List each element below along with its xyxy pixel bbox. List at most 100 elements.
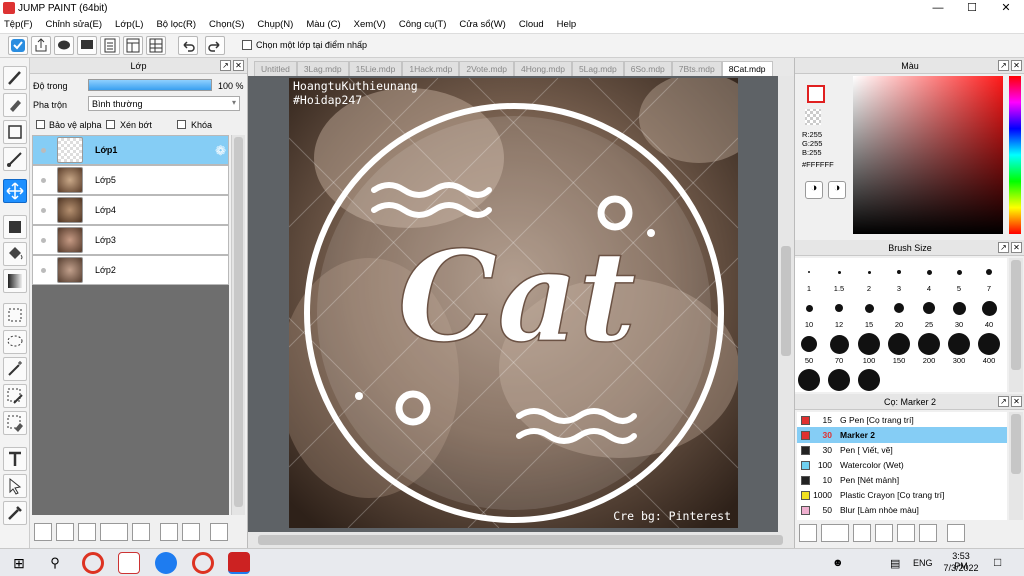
new-layer-1bit-icon[interactable]: [78, 523, 96, 541]
brush-size-dot[interactable]: [926, 269, 932, 275]
tab-1[interactable]: 3Lag.mdp: [296, 61, 349, 76]
merge-layer-icon[interactable]: [182, 523, 200, 541]
visibility-toggle-icon[interactable]: [36, 173, 50, 187]
brush-copy-icon[interactable]: [875, 524, 893, 542]
brush-item[interactable]: 30 Marker 2: [797, 427, 1007, 443]
brush-item[interactable]: 100 Watercolor (Wet): [797, 457, 1007, 473]
windows-start-icon[interactable]: ⊞: [8, 552, 30, 574]
clock-date[interactable]: 7/3/2022: [943, 563, 979, 573]
tab-6[interactable]: 5Lag.mdp: [571, 61, 624, 76]
pen-tool[interactable]: [3, 66, 27, 90]
layer-scrollbar[interactable]: [231, 135, 245, 515]
layer-row-5[interactable]: Lớp5: [32, 165, 229, 195]
brush-size-dot[interactable]: [986, 269, 992, 275]
zalo-icon[interactable]: [155, 552, 177, 574]
layer-row-2[interactable]: Lớp2: [32, 255, 229, 285]
layer-row-4[interactable]: Lớp4: [32, 195, 229, 225]
layer-row-3[interactable]: Lớp3: [32, 225, 229, 255]
palette-icon[interactable]: ◑: [805, 181, 823, 199]
brush-size-dot[interactable]: [948, 333, 970, 355]
tab-2[interactable]: 15Lie.mdp: [348, 61, 403, 76]
brush-size-dot[interactable]: [828, 369, 850, 391]
tab-5[interactable]: 4Hong.mdp: [513, 61, 572, 76]
opacity-slider[interactable]: [88, 79, 212, 91]
tab-0[interactable]: Untitled: [254, 61, 297, 76]
minimize-icon[interactable]: —: [922, 0, 954, 16]
brush-size-dot[interactable]: [897, 270, 901, 274]
brush-size-dot[interactable]: [888, 333, 910, 355]
brush-item[interactable]: 1000 Plastic Crayon [Cọ trang trí]: [797, 487, 1007, 503]
brush-size-dot[interactable]: [858, 333, 880, 355]
brush-cloud-icon[interactable]: [799, 524, 817, 542]
visibility-toggle-icon[interactable]: [36, 263, 50, 277]
comment-button[interactable]: [54, 36, 74, 55]
brush-size-dot[interactable]: [867, 270, 871, 274]
canvas-artwork[interactable]: Cat HoangtuKuthieunang #Hoidap247 Cre bg…: [289, 78, 738, 528]
brush-size-dot[interactable]: [918, 333, 940, 355]
magic-wand-tool[interactable]: [3, 357, 27, 381]
brush-item[interactable]: 50 Blur [Làm nhòe màu]: [797, 502, 1007, 518]
brush-folder-icon[interactable]: [897, 524, 915, 542]
brush-size-dot[interactable]: [835, 304, 843, 312]
menu-capture[interactable]: Chụp(N): [257, 19, 293, 30]
clipping-checkbox[interactable]: [106, 120, 115, 129]
tab-3[interactable]: 1Hack.mdp: [402, 61, 460, 76]
close-icon[interactable]: ✕: [990, 0, 1022, 16]
text-tool[interactable]: [3, 447, 27, 471]
brush-item[interactable]: 10 Pen [Nét mảnh]: [797, 472, 1007, 488]
add-brush-dropdown-icon[interactable]: [821, 524, 849, 542]
brush-size-dot[interactable]: [952, 301, 966, 315]
folder-icon[interactable]: [132, 523, 150, 541]
jump-paint-taskbar-icon[interactable]: [228, 552, 250, 574]
brush-size-dot[interactable]: [837, 270, 841, 274]
redo-button[interactable]: [205, 36, 225, 55]
bucket-tool[interactable]: [3, 242, 27, 266]
protect-alpha-checkbox[interactable]: [36, 120, 45, 129]
panel-undock-icon[interactable]: ↗: [998, 60, 1009, 71]
brush-size-dot[interactable]: [981, 300, 997, 316]
tab-7[interactable]: 6So.mdp: [623, 61, 672, 76]
line-tool[interactable]: [3, 147, 27, 171]
panel-undock-icon[interactable]: ↗: [998, 242, 1009, 253]
tab-9[interactable]: 8Cat.mdp: [721, 61, 773, 76]
menu-file[interactable]: Tệp(F): [4, 19, 33, 30]
select-layer-checkbox[interactable]: [242, 40, 252, 50]
app-icon[interactable]: [118, 552, 140, 574]
gear-icon[interactable]: ❁: [215, 143, 226, 159]
palette-picker-icon[interactable]: ◑: [828, 181, 846, 199]
hue-slider[interactable]: [1009, 76, 1021, 234]
canvas-horizontal-scrollbar[interactable]: [248, 532, 794, 548]
visibility-toggle-icon[interactable]: [36, 143, 50, 157]
menu-color[interactable]: Màu (C): [306, 19, 340, 30]
panel-undock-icon[interactable]: ↗: [998, 396, 1009, 407]
select-eraser-tool[interactable]: [3, 411, 27, 435]
brush-size-dot[interactable]: [805, 304, 813, 312]
undo-button[interactable]: [178, 36, 198, 55]
menu-filter[interactable]: Bộ lọc(R): [156, 19, 196, 30]
brush-size-dot[interactable]: [864, 303, 874, 313]
brush-size-dot[interactable]: [858, 369, 880, 391]
brush-size-dot[interactable]: [894, 303, 904, 313]
grid-button[interactable]: [146, 36, 166, 55]
menu-layer[interactable]: Lớp(L): [115, 19, 143, 30]
tab-4[interactable]: 2Vote.mdp: [459, 61, 514, 76]
menu-select[interactable]: Chọn(S): [209, 19, 244, 30]
panel-close-icon[interactable]: ✕: [1011, 60, 1022, 71]
brush-settings-icon[interactable]: [853, 524, 871, 542]
brush-size-dot[interactable]: [801, 336, 817, 352]
brush-size-dot[interactable]: [798, 369, 820, 391]
move-tool[interactable]: [3, 179, 27, 203]
transparent-swatch[interactable]: [805, 109, 821, 125]
opera-icon[interactable]: [82, 552, 104, 574]
notification-icon[interactable]: □: [994, 555, 1001, 569]
search-icon[interactable]: ⚲: [44, 552, 66, 574]
menu-help[interactable]: Help: [557, 19, 577, 30]
menu-view[interactable]: Xem(V): [354, 19, 386, 30]
brush-size-dot[interactable]: [923, 302, 935, 314]
panel-close-icon[interactable]: ✕: [1011, 242, 1022, 253]
brush-item[interactable]: 15 G Pen [Cọ trang trí]: [797, 412, 1007, 428]
trash-icon[interactable]: [210, 523, 228, 541]
saturation-value-picker[interactable]: [853, 76, 1003, 234]
brush-trash-icon[interactable]: [947, 524, 965, 542]
select-pen-tool[interactable]: [3, 384, 27, 408]
